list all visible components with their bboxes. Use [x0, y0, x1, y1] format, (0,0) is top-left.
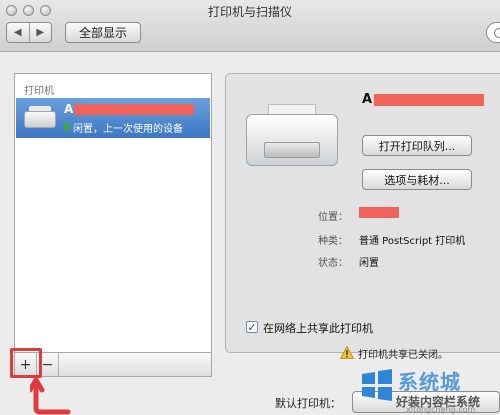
- search-field[interactable]: [486, 22, 500, 43]
- forward-button[interactable]: ▶: [30, 23, 52, 42]
- back-arrow-icon: ◀: [13, 27, 22, 38]
- printer-list-item[interactable]: A 闲置，上一次使用的设备: [16, 98, 210, 138]
- back-forward-control: ◀ ▶: [6, 22, 52, 43]
- annotation-highlight-box: [10, 348, 42, 378]
- watermark-logo-icon: [362, 369, 392, 401]
- status-indicator-icon: [64, 123, 70, 131]
- window-title: 打印机与扫描仪: [207, 5, 292, 19]
- printer-large-icon: [246, 104, 338, 166]
- printer-item-status: 闲置，上一次使用的设备: [73, 124, 183, 135]
- kind-label: 种类：: [318, 236, 348, 247]
- watermark-url: xitongcheng.com: [406, 405, 476, 414]
- printer-icon: [24, 106, 56, 130]
- default-printer-label: 默认打印机：: [275, 397, 341, 410]
- redacted-name-mark: [74, 104, 194, 115]
- status-label: 状态：: [318, 258, 348, 269]
- share-printer-label: 在网络上共享此打印机: [263, 322, 373, 335]
- list-controls-bar: + −: [14, 353, 212, 377]
- minus-icon: −: [41, 356, 54, 373]
- show-all-button[interactable]: 全部显示: [65, 22, 141, 43]
- window-titlebar: 打印机与扫描仪 ◀ ▶ 全部显示: [0, 0, 500, 52]
- redacted-name-mark: [374, 94, 484, 106]
- warning-icon: [340, 346, 354, 359]
- printer-item-name: A: [64, 102, 194, 116]
- printer-list-header: 打印机: [24, 86, 54, 97]
- watermark-brand: 系统城: [398, 370, 461, 394]
- kind-value: 普通 PostScript 打印机: [359, 236, 466, 247]
- options-supplies-button[interactable]: 选项与耗材...: [362, 169, 472, 190]
- back-button[interactable]: ◀: [7, 23, 30, 42]
- share-printer-checkbox[interactable]: ✓: [246, 321, 258, 333]
- sharing-off-warning: 打印机共享已关闭。: [358, 350, 448, 361]
- status-value: 闲置: [359, 258, 379, 269]
- site-watermark: 系统城 好装内容栏系统 xitongcheng.com: [360, 366, 500, 415]
- forward-arrow-icon: ▶: [36, 27, 45, 38]
- location-label: 位置：: [318, 212, 348, 223]
- printer-detail-panel: A 打开打印队列... 选项与耗材... 位置： 种类： 普通 PostScri…: [225, 73, 500, 353]
- open-print-queue-button[interactable]: 打开打印队列...: [362, 135, 472, 156]
- detail-printer-name: A: [362, 92, 484, 107]
- annotation-arrow-icon: [30, 378, 71, 415]
- redacted-location-mark: [359, 207, 399, 218]
- printer-list: 打印机 A 闲置，上一次使用的设备: [14, 73, 212, 353]
